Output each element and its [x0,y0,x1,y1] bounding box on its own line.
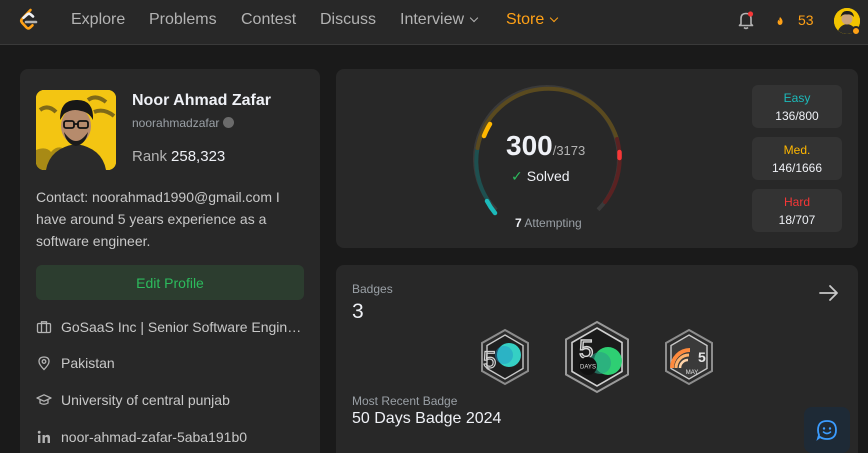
solved-label: ✓ Solved [511,168,570,185]
medium-label: Med. [783,143,811,157]
chevron-down-icon [469,13,479,23]
medium-stat[interactable]: Med. 146/1666 [752,137,842,180]
location-text: Pakistan [61,355,115,371]
attempting-label: Attempting [524,216,582,230]
premium-dot-icon [851,26,861,36]
profile-about: Contact: noorahmad1990@gmail.com I have … [36,189,280,249]
recent-badge-label: Most Recent Badge [352,394,458,408]
check-icon: ✓ [511,168,523,184]
hard-label: Hard [783,195,810,209]
easy-label: Easy [783,91,811,105]
feedback-chat-button[interactable] [804,407,850,453]
user-rank: Rank 258,323 [132,148,225,165]
50-days-badge-2024-small-icon[interactable]: 5 [478,328,532,386]
attempting-count: 7 Attempting [515,216,582,230]
nav-store-label: Store [506,11,545,28]
chevron-down-icon [550,13,559,23]
hard-value: 18/707 [778,213,816,227]
streak-count[interactable]: 53 [798,12,814,28]
medium-value: 146/1666 [771,161,823,175]
user-full-name: Noor Ahmad Zafar [132,92,271,109]
user-handle: noorahmadzafar [132,116,235,130]
verified-badge-icon [223,117,235,128]
may-daily-badge-icon[interactable]: 5 MAY [662,328,716,386]
attempting-number: 7 [515,216,522,230]
solved-count: 300/3173 [506,130,585,162]
linkedin-icon [37,430,50,443]
school-text: University of central punjab [61,392,230,408]
profile-avatar [36,90,116,170]
info-linkedin[interactable]: noor-ahmad-zafar-5aba191b0 [36,427,306,447]
solved-total: /3173 [552,143,586,158]
days-badge-label: DAYS [580,365,596,371]
svg-text:5: 5 [483,347,496,374]
edit-profile-button[interactable]: Edit Profile [36,265,304,300]
rank-label: Rank [132,148,168,165]
notification-bell-icon[interactable] [737,10,755,30]
easy-stat[interactable]: Easy 136/800 [752,85,842,128]
arrow-right-icon[interactable] [818,282,840,304]
solved-label-text: Solved [526,168,570,184]
info-company: GoSaaS Inc | Senior Software Engineer [36,317,306,337]
profile-portrait-icon [36,90,116,170]
top-navbar: Explore Problems Contest Discuss Intervi… [0,0,868,45]
info-school: University of central punjab [36,390,306,410]
hard-stat[interactable]: Hard 18/707 [752,189,842,232]
nav-problems[interactable]: Problems [149,11,217,29]
company-text: GoSaaS Inc | Senior Software Engineer [61,319,306,335]
badges-title: Badges [352,282,393,296]
nav-interview[interactable]: Interview [400,11,479,29]
location-pin-icon [38,356,50,371]
may-badge-label: MAY [686,370,699,376]
solved-count-value: 300 [506,130,553,161]
rank-value: 258,323 [171,148,226,165]
svg-text:5: 5 [698,349,706,365]
nav-store[interactable]: Store [506,11,559,29]
username: noorahmadzafar [132,116,220,130]
info-location: Pakistan [36,353,306,373]
leetcode-logo-icon[interactable] [17,8,41,32]
nav-contest[interactable]: Contest [241,11,296,29]
nav-explore[interactable]: Explore [71,11,125,29]
recent-badge-name: 50 Days Badge 2024 [352,410,502,427]
briefcase-icon [36,321,52,334]
smiley-chat-icon [816,420,837,441]
fire-icon[interactable] [776,10,794,32]
badges-count: 3 [352,300,364,323]
linkedin-text: noor-ahmad-zafar-5aba191b0 [61,429,248,445]
50-days-badge-2024-icon[interactable]: 5 DAYS [562,320,632,394]
graduation-cap-icon [36,394,52,405]
nav-discuss[interactable]: Discuss [320,11,376,29]
easy-value: 136/800 [775,109,819,123]
nav-interview-label: Interview [400,11,465,28]
